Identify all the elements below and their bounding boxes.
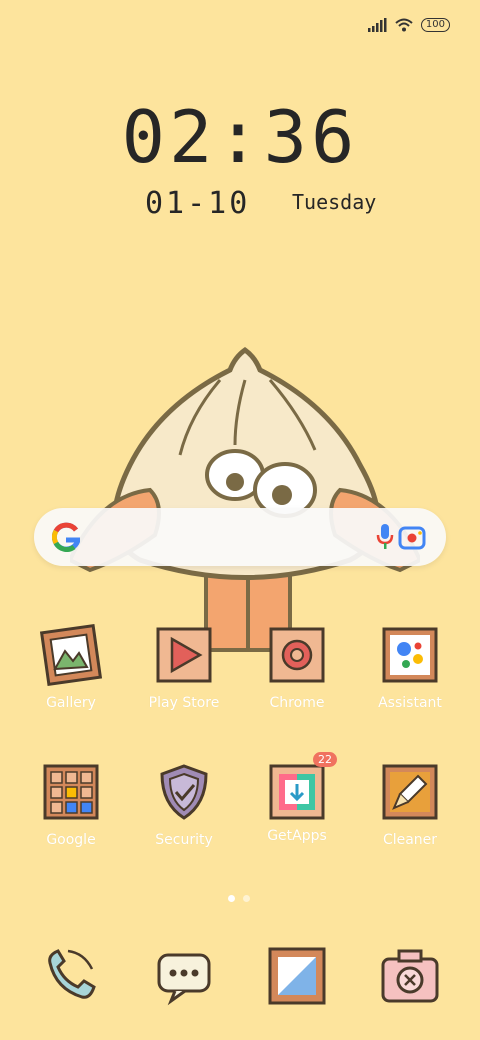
app-google-folder[interactable]: Google	[16, 760, 126, 848]
app-security[interactable]: Security	[129, 760, 239, 848]
app-label: GetApps	[267, 828, 327, 844]
page-dot-active	[228, 895, 235, 902]
assistant-icon	[382, 627, 438, 683]
app-label: Gallery	[46, 695, 96, 711]
app-label: Google	[46, 832, 96, 848]
app-label: Cleaner	[382, 832, 438, 848]
security-icon	[160, 764, 208, 820]
clock-weekday: Tuesday	[292, 190, 377, 214]
google-search-bar[interactable]	[34, 508, 446, 566]
app-label: Assistant	[378, 695, 442, 711]
status-bar: 100	[367, 18, 450, 32]
app-cleaner[interactable]: Cleaner	[355, 760, 465, 848]
gallery-icon	[39, 623, 103, 687]
app-getapps[interactable]: 22 GetApps	[242, 752, 352, 844]
google-folder-icon	[43, 764, 99, 820]
lens-camera-icon[interactable]	[398, 524, 426, 550]
app-label: Chrome	[269, 695, 325, 711]
phone-icon[interactable]	[38, 943, 104, 1009]
app-chrome[interactable]: Chrome	[242, 623, 352, 711]
page-dot	[243, 895, 250, 902]
wifi-icon	[395, 18, 413, 32]
play-store-icon	[156, 627, 212, 683]
chrome-icon	[269, 627, 325, 683]
cleaner-icon	[382, 764, 438, 820]
messages-icon[interactable]	[151, 943, 217, 1009]
app-assistant[interactable]: Assistant	[355, 623, 465, 711]
notification-badge: 22	[313, 752, 337, 767]
signal-icon	[367, 18, 387, 32]
app-label: Play Store	[148, 695, 220, 711]
app-gallery[interactable]: Gallery	[16, 623, 126, 711]
google-logo-icon	[52, 522, 80, 552]
clock-date: 01-10	[145, 186, 251, 221]
page-indicator[interactable]	[228, 895, 250, 902]
app-play-store[interactable]: Play Store	[129, 623, 239, 711]
camera-icon[interactable]	[377, 943, 443, 1009]
app-label: Security	[155, 832, 213, 848]
battery-icon: 100	[420, 18, 450, 32]
clock-time[interactable]: 02:36	[0, 95, 480, 179]
browser-icon[interactable]	[264, 943, 330, 1009]
microphone-icon[interactable]	[376, 523, 394, 551]
getapps-icon	[269, 764, 325, 820]
